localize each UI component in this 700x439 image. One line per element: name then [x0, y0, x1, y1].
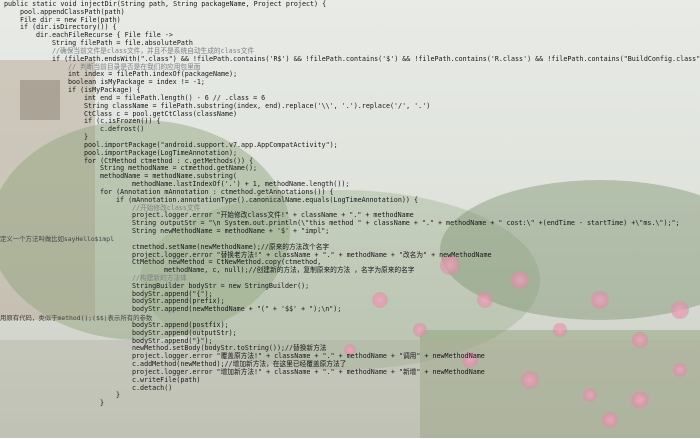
code-line[interactable]: methodName = methodName.substring(	[0, 172, 700, 181]
code-line[interactable]: //构建新的方法体	[0, 274, 700, 283]
code-line[interactable]: c.defrost()	[0, 125, 700, 134]
side-comment: 定义一个方法叫做比如sayHello$impl	[0, 235, 114, 244]
side-comment: 用原有代码，类似于method();($$)表示所有的参数	[0, 313, 153, 322]
code-line[interactable]: project.logger.error "增加新方法!" + classNam…	[0, 368, 700, 377]
code-line[interactable]: if (mAnnotation.annotationType().canonic…	[0, 196, 700, 205]
code-line[interactable]: StringBuilder bodyStr = new StringBuilde…	[0, 282, 700, 291]
code-line[interactable]: bodyStr.append(postfix);	[0, 321, 700, 330]
code-line[interactable]: c.detach()	[0, 384, 700, 393]
code-line[interactable]: String outputStr = "\n System.out.printl…	[0, 219, 700, 228]
code-line[interactable]: bodyStr.append(newMethodName + "(" + '$$…	[0, 305, 700, 314]
code-line[interactable]: c.writeFile(path)	[0, 376, 700, 385]
code-line[interactable]: bodyStr.append("}");	[0, 337, 700, 346]
code-line[interactable]: bodyStr.append("{");	[0, 290, 700, 299]
code-editor[interactable]: public static void injectDir(String path…	[0, 0, 700, 439]
code-line[interactable]: }	[0, 399, 700, 408]
code-line[interactable]: }	[0, 392, 700, 400]
code-line[interactable]: bodyStr.append(outputStr);	[0, 329, 700, 338]
code-line[interactable]: project.logger.error "替换老方法!" + classNam…	[0, 251, 700, 260]
code-line[interactable]: project.logger.error "覆盖原方法!" + classNam…	[0, 352, 700, 361]
code-line[interactable]: methodName, c, null);//创建新的方法，复制原来的方法 ，名…	[0, 266, 700, 275]
code-line[interactable]: bodyStr.append(prefix);	[0, 298, 700, 306]
